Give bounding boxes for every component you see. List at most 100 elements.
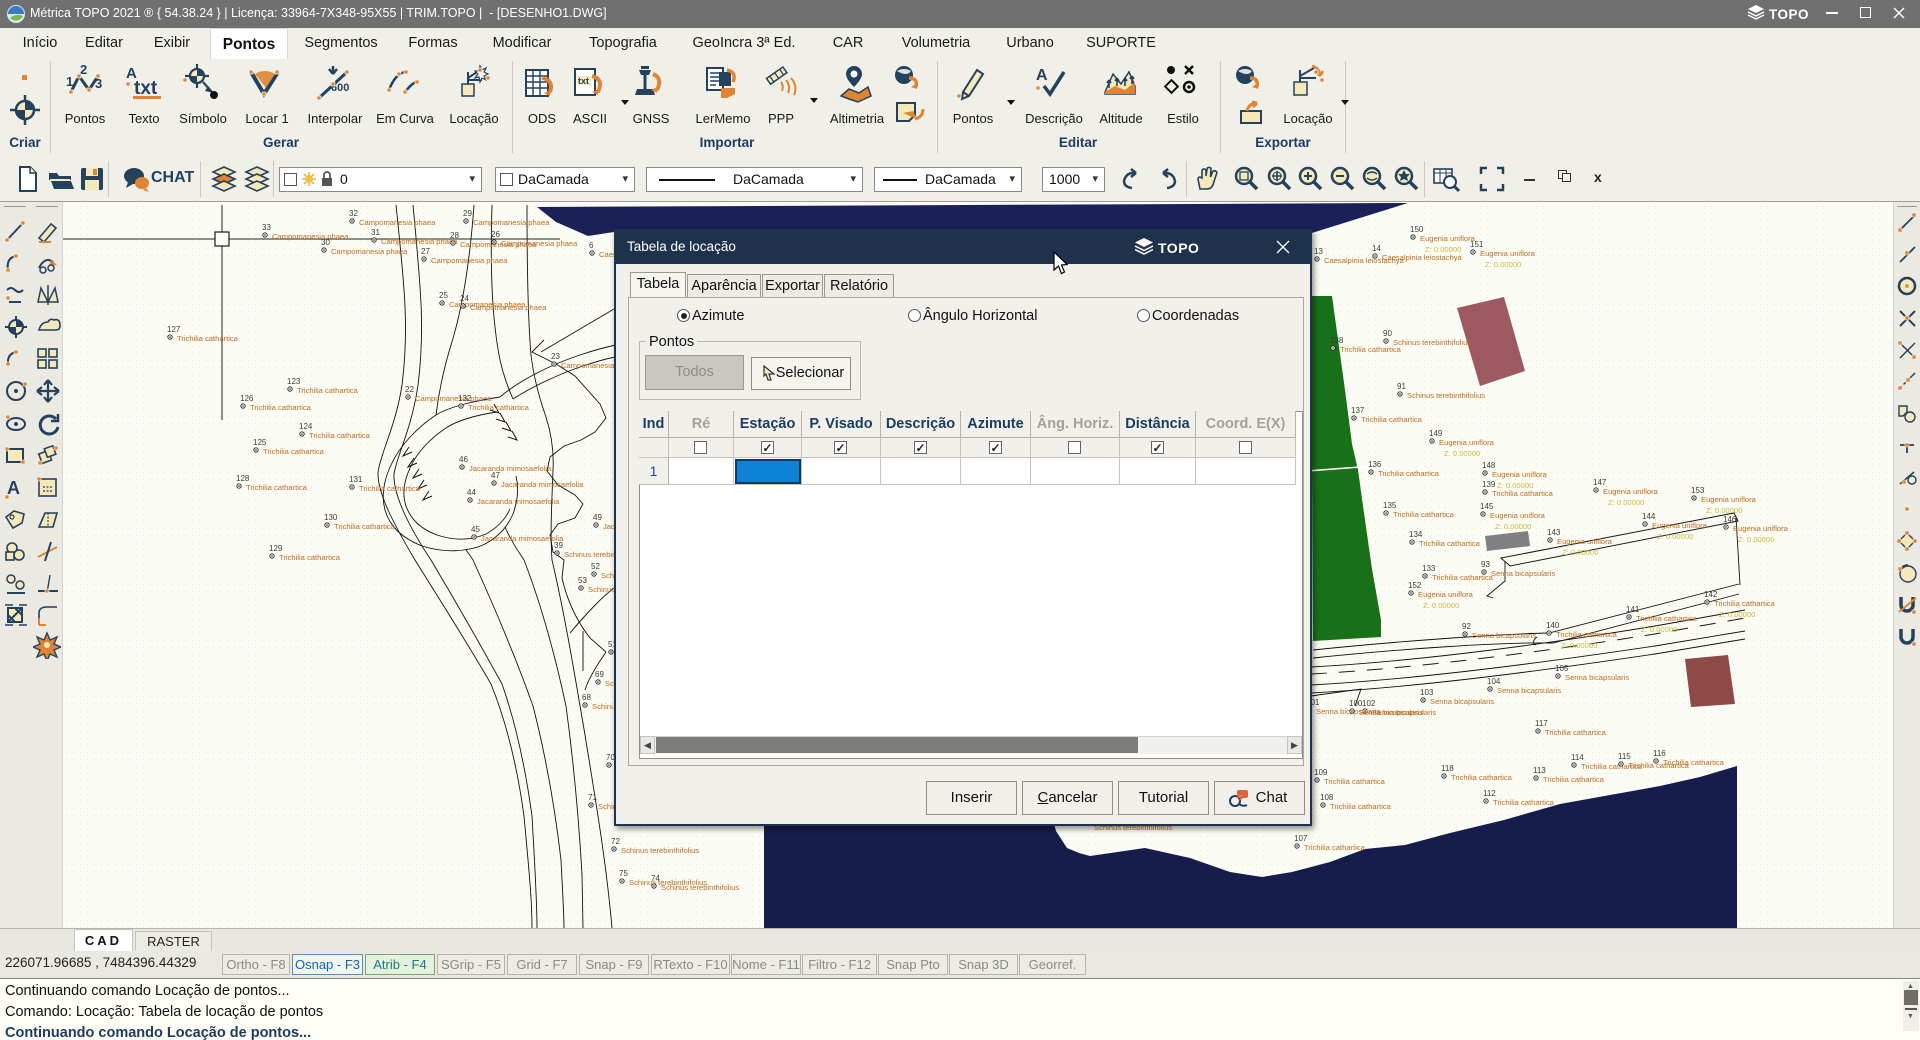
svg-text:123: 123 [287,377,301,386]
svg-text:Trichilia cathartica: Trichilia cathartica [1378,469,1440,478]
svg-text:135: 135 [1383,501,1397,510]
svg-text:Eugenia uniflora: Eugenia uniflora [1418,590,1474,599]
svg-text:Eugenia uniflora: Eugenia uniflora [1652,521,1708,530]
svg-text:Trichilia cathartica: Trichilia cathartica [359,484,421,493]
svg-text:6: 6 [589,241,594,250]
svg-text:Eugenia uniflora: Eugenia uniflora [1603,487,1659,496]
svg-text:44: 44 [467,488,476,497]
svg-text:128: 128 [236,474,250,483]
svg-text:137: 137 [1351,406,1365,415]
svg-text:68: 68 [582,693,591,702]
svg-text:27: 27 [421,247,430,256]
svg-text:Jacaranda mimosaefolia: Jacaranda mimosaefolia [501,480,584,489]
svg-text:Trichilia cathartica: Trichilia cathartica [1543,775,1605,784]
svg-text:Caesalpinia leiostachya: Caesalpinia leiostachya [1382,253,1463,262]
svg-text:144: 144 [1642,512,1656,521]
svg-text:Eugenia uniflora: Eugenia uniflora [1490,511,1546,520]
svg-text:93: 93 [1481,560,1490,569]
svg-text:Trichilia cathartica: Trichilia cathartica [1663,758,1725,767]
svg-text:Z: 0.00000: Z: 0.00000 [1485,260,1521,269]
svg-text:148: 148 [1482,461,1496,470]
svg-text:Trichilia cathartica: Trichilia cathartica [263,447,325,456]
svg-text:30: 30 [321,238,330,247]
svg-text:Z: 0.00000: Z: 0.00000 [1657,532,1693,541]
svg-text:Trichilia cathartica: Trichilia cathartica [1324,777,1386,786]
svg-text:52: 52 [591,562,600,571]
svg-text:Trichilia cathartica: Trichilia cathartica [1714,599,1776,608]
svg-text:Trichilia cathartica: Trichilia cathartica [1556,630,1618,639]
svg-text:100: 100 [1349,699,1363,708]
svg-text:Senna bicapsularis: Senna bicapsularis [1497,686,1561,695]
svg-text:Z: 0.00000: Z: 0.00000 [1706,506,1742,515]
svg-text:71: 71 [588,793,597,802]
svg-text:Jacaranda mimosaefolia: Jacaranda mimosaefolia [481,534,564,543]
svg-text:Trichilia cathartica: Trichilia cathartica [297,386,359,395]
svg-text:TOPO: TOPO [1158,240,1199,256]
svg-text:Trichilia cathartica: Trichilia cathartica [1545,728,1607,737]
svg-text:13: 13 [1314,247,1323,256]
svg-text:149: 149 [1429,429,1443,438]
svg-text:104: 104 [1487,677,1501,686]
svg-text:74: 74 [651,874,660,883]
svg-text:Campomanesia phaea: Campomanesia phaea [501,239,578,248]
svg-text:Trichilia cathartica: Trichilia cathartica [1340,345,1402,354]
svg-text:108: 108 [1320,793,1334,802]
svg-text:txt: txt [578,76,589,86]
svg-text:39: 39 [554,541,563,550]
svg-text:107: 107 [1294,834,1308,843]
svg-text:31: 31 [371,228,380,237]
svg-text:Trichilia cathartica: Trichilia cathartica [1304,843,1366,852]
svg-text:Senna bicapsularis: Senna bicapsularis [1565,673,1629,682]
svg-text:47: 47 [491,471,500,480]
svg-text:129: 129 [269,544,283,553]
svg-text:Trichilia cathartica: Trichilia cathartica [279,553,341,562]
svg-text:Trichilia cathartica: Trichilia cathartica [250,403,312,412]
svg-text:124: 124 [299,422,313,431]
svg-text:Campomanesia phaea: Campomanesia phaea [331,247,408,256]
svg-text:105: 105 [1555,664,1569,673]
svg-text:118: 118 [1441,764,1454,773]
svg-text:Campomanesia phaea: Campomanesia phaea [359,218,436,227]
svg-text:Z: 0.00000: Z: 0.00000 [1444,449,1480,458]
svg-text:Trichilia cathartica: Trichilia cathartica [468,403,530,412]
svg-text:153: 153 [1691,486,1705,495]
svg-text:1: 1 [66,74,73,89]
svg-text:22: 22 [405,385,414,394]
svg-text:Trichilia cathartica: Trichilia cathartica [1361,415,1423,424]
svg-text:Z: 0.00000: Z: 0.00000 [1641,625,1677,634]
svg-text:24: 24 [460,294,469,303]
svg-text:150: 150 [1410,225,1424,234]
svg-text:28: 28 [450,231,459,240]
svg-text:145: 145 [1480,502,1494,511]
svg-text:92: 92 [1462,622,1471,631]
svg-text:TOPO: TOPO [1769,7,1809,22]
svg-text:Eugenia uniflora: Eugenia uniflora [1480,249,1536,258]
svg-text:Trichilia cathartica: Trichilia cathartica [1636,614,1698,623]
svg-text:Trichilia cathartica: Trichilia cathartica [1493,798,1555,807]
svg-text:Trichilia cathartica: Trichilia cathartica [177,334,239,343]
svg-text:Z: 0.00000: Z: 0.00000 [1719,610,1755,619]
svg-text:Eugenia uniflora: Eugenia uniflora [1701,495,1757,504]
svg-text:91: 91 [1397,382,1406,391]
svg-text:Trichilia cathartica: Trichilia cathartica [309,431,371,440]
svg-text:72: 72 [611,837,620,846]
svg-text:142: 142 [1704,590,1718,599]
svg-text:132: 132 [458,394,472,403]
svg-text:Z: 0.00000: Z: 0.00000 [1561,641,1597,650]
svg-text:45: 45 [471,525,480,534]
svg-text:Campomanesia phaea: Campomanesia phaea [431,256,508,265]
svg-text:Z: 0.00000: Z: 0.00000 [1608,498,1644,507]
svg-text:Z: 0.00000: Z: 0.00000 [1562,548,1598,557]
svg-text:23: 23 [551,352,560,361]
svg-text:Campomanesia phaea: Campomanesia phaea [415,394,492,403]
svg-text:49: 49 [593,513,602,522]
svg-text:Senna bicapsularis: Senna bicapsularis [1472,631,1536,640]
svg-text:Trichilia cathartica: Trichilia cathartica [1451,773,1513,782]
svg-text:25: 25 [439,291,448,300]
svg-text:130: 130 [324,513,338,522]
svg-text:136: 136 [1368,460,1382,469]
svg-text:147: 147 [1593,478,1607,487]
svg-text:143: 143 [1547,528,1561,537]
svg-text:Z: 0.00000: Z: 0.00000 [1738,535,1774,544]
svg-text:Z: 0.00000: Z: 0.00000 [1425,245,1461,254]
